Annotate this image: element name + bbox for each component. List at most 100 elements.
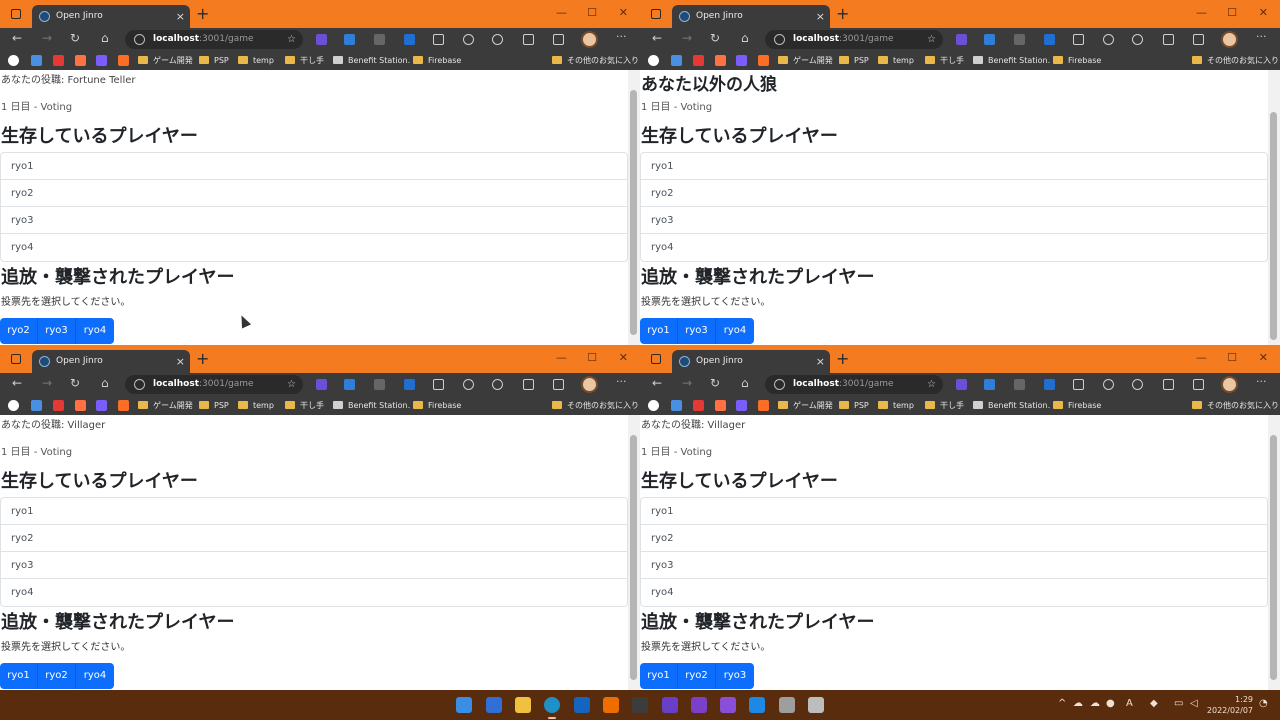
scrollbar[interactable]: [1268, 70, 1280, 345]
clock[interactable]: 1:29 2022/02/07: [1205, 694, 1253, 716]
bookmark-icon[interactable]: [31, 55, 42, 66]
collections-icon[interactable]: [553, 34, 564, 45]
terminal-icon[interactable]: [632, 697, 648, 713]
favorite-star-icon[interactable]: ☆: [287, 375, 296, 394]
maximize-button[interactable]: ☐: [1227, 351, 1237, 364]
vote-button[interactable]: ryo2: [678, 663, 716, 689]
settings-menu-icon[interactable]: ···: [1256, 30, 1267, 43]
show-hidden-icons-icon[interactable]: ^: [1058, 698, 1066, 709]
forward-button[interactable]: →: [682, 376, 692, 390]
bookmark-icon[interactable]: [736, 55, 747, 66]
youtube-icon[interactable]: [693, 400, 704, 411]
vote-button[interactable]: ryo3: [38, 318, 76, 344]
visual-studio-icon[interactable]: [691, 697, 707, 713]
vote-button[interactable]: ryo2: [0, 318, 38, 344]
collections-icon[interactable]: [553, 379, 564, 390]
reload-button[interactable]: ↻: [70, 376, 80, 390]
youtube-icon[interactable]: [53, 400, 64, 411]
forward-button[interactable]: →: [42, 376, 52, 390]
back-button[interactable]: ←: [652, 31, 662, 45]
back-button[interactable]: ←: [12, 31, 22, 45]
home-button[interactable]: ⌂: [741, 31, 749, 45]
profile-avatar[interactable]: [581, 376, 598, 393]
cloud-icon[interactable]: ☁: [1090, 698, 1100, 709]
site-info-icon[interactable]: [774, 34, 785, 45]
pocket-icon[interactable]: [433, 379, 444, 390]
bookmark-icon[interactable]: [715, 55, 726, 66]
ime-indicator[interactable]: A: [1126, 698, 1133, 709]
extension-icon[interactable]: [1132, 34, 1143, 45]
network-icon[interactable]: ◆: [1150, 698, 1158, 709]
maximize-button[interactable]: ☐: [587, 6, 597, 19]
extension-icon[interactable]: [463, 379, 474, 390]
browser-tab[interactable]: Open Jinro ×: [32, 5, 190, 28]
youtube-icon[interactable]: [693, 55, 704, 66]
scrollbar[interactable]: [628, 415, 640, 690]
address-bar[interactable]: localhost:3001/game ☆: [125, 375, 303, 394]
forward-button[interactable]: →: [682, 31, 692, 45]
bookmark-folder[interactable]: Firebase: [413, 400, 461, 411]
vote-button[interactable]: ryo3: [716, 663, 754, 689]
bookmark-link[interactable]: Benefit Station.: [973, 55, 1050, 66]
extension-icon[interactable]: [492, 379, 503, 390]
extension-icon[interactable]: [956, 34, 967, 45]
favorite-star-icon[interactable]: ☆: [927, 375, 936, 394]
vote-button[interactable]: ryo2: [38, 663, 76, 689]
new-tab-button[interactable]: +: [196, 349, 209, 368]
onedrive-icon[interactable]: ☁: [1073, 698, 1083, 709]
bookmark-link[interactable]: Benefit Station.: [973, 400, 1050, 411]
bookmark-folder[interactable]: temp: [878, 55, 914, 66]
bookmark-folder[interactable]: Firebase: [1053, 400, 1101, 411]
extension-icon[interactable]: [1103, 34, 1114, 45]
gitlab-icon[interactable]: [118, 400, 129, 411]
maximize-button[interactable]: ☐: [1227, 6, 1237, 19]
browser-tab[interactable]: Open Jinro ×: [672, 5, 830, 28]
extension-icon[interactable]: [374, 34, 385, 45]
extension-icon[interactable]: [1132, 379, 1143, 390]
collections-icon[interactable]: [1193, 379, 1204, 390]
bookmark-icon[interactable]: [96, 55, 107, 66]
home-button[interactable]: ⌂: [101, 376, 109, 390]
vote-button[interactable]: ryo4: [76, 318, 114, 344]
close-window-button[interactable]: ✕: [1259, 6, 1268, 19]
scrollbar[interactable]: [1268, 415, 1280, 690]
google-icon[interactable]: [8, 400, 19, 411]
file-explorer-icon[interactable]: [515, 697, 531, 713]
minimize-button[interactable]: —: [556, 6, 567, 19]
scrollbar-thumb[interactable]: [630, 90, 637, 335]
extension-icon[interactable]: [374, 379, 385, 390]
bookmark-icon[interactable]: [96, 400, 107, 411]
other-favorites[interactable]: その他のお気に入り: [1192, 400, 1279, 411]
browser-tab[interactable]: Open Jinro ×: [32, 350, 190, 373]
google-icon[interactable]: [648, 55, 659, 66]
extension-icon[interactable]: [316, 379, 327, 390]
bookmark-icon[interactable]: [75, 400, 86, 411]
scrollbar[interactable]: [628, 70, 640, 345]
bookmark-folder[interactable]: PSP: [199, 55, 229, 66]
bookmark-folder[interactable]: temp: [238, 400, 274, 411]
address-bar[interactable]: localhost:3001/game ☆: [125, 30, 303, 49]
minimize-button[interactable]: —: [1196, 6, 1207, 19]
favorite-star-icon[interactable]: ☆: [927, 30, 936, 49]
app-icon[interactable]: [603, 697, 619, 713]
bookmark-folder[interactable]: 干し手: [285, 400, 324, 411]
extension-icon[interactable]: [1044, 379, 1055, 390]
app-icon[interactable]: [779, 697, 795, 713]
profile-avatar[interactable]: [581, 31, 598, 48]
gitlab-icon[interactable]: [118, 55, 129, 66]
tab-actions-icon[interactable]: [11, 9, 21, 19]
new-tab-button[interactable]: +: [836, 349, 849, 368]
other-favorites[interactable]: その他のお気に入り: [552, 55, 639, 66]
app-icon[interactable]: [808, 697, 824, 713]
extension-icon[interactable]: [404, 34, 415, 45]
profile-avatar[interactable]: [1221, 31, 1238, 48]
maximize-button[interactable]: ☐: [587, 351, 597, 364]
favorites-icon[interactable]: [1163, 34, 1174, 45]
browser-tab[interactable]: Open Jinro ×: [672, 350, 830, 373]
vote-button[interactable]: ryo4: [76, 663, 114, 689]
site-info-icon[interactable]: [134, 379, 145, 390]
settings-menu-icon[interactable]: ···: [616, 375, 627, 388]
tab-actions-icon[interactable]: [11, 354, 21, 364]
extension-icon[interactable]: [1044, 34, 1055, 45]
status-icon[interactable]: ●: [1106, 698, 1115, 709]
